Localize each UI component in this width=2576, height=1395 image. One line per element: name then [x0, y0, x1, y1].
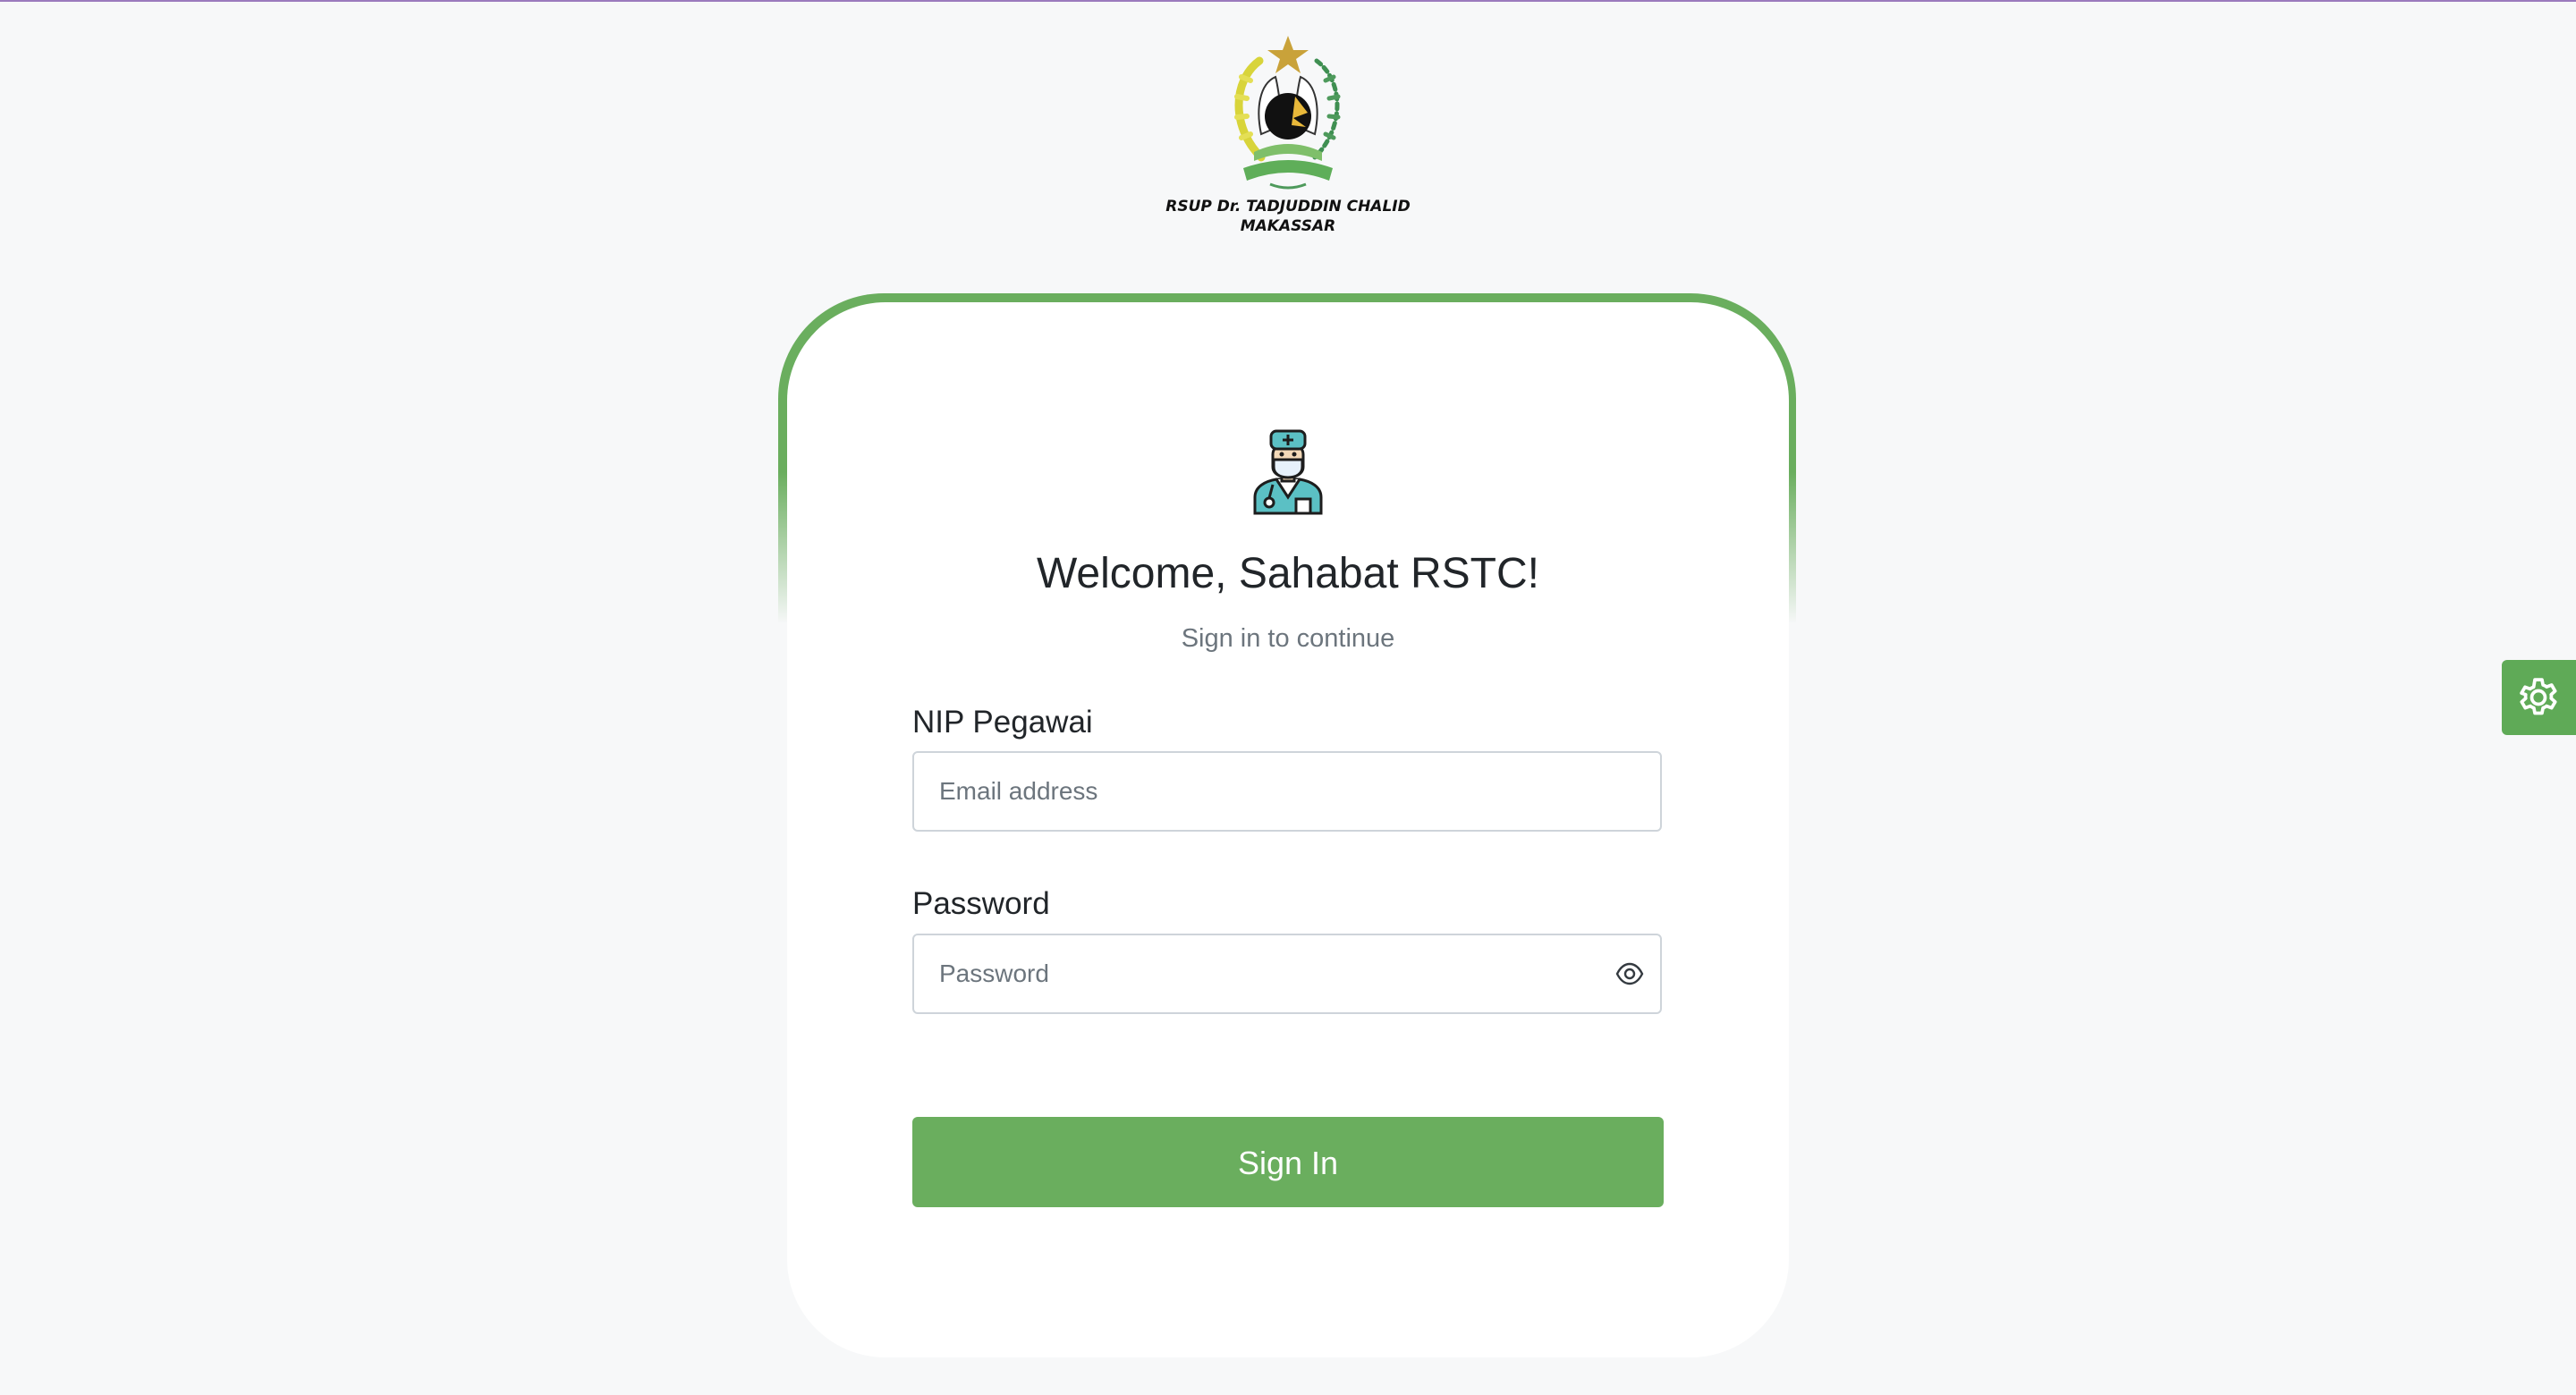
password-field[interactable]	[912, 934, 1662, 1014]
nip-field[interactable]	[912, 751, 1662, 832]
nip-label: NIP Pegawai	[912, 705, 1093, 740]
sign-in-button[interactable]: Sign In	[912, 1117, 1664, 1207]
logo-caption-line2: MAKASSAR	[1240, 217, 1336, 235]
password-label: Password	[912, 886, 1050, 921]
eye-icon[interactable]	[1612, 956, 1648, 992]
logo-caption: RSUP Dr. TADJUDDIN CHALID MAKASSAR	[1154, 197, 1422, 236]
password-input[interactable]	[939, 935, 1601, 1012]
nip-input[interactable]	[939, 753, 1601, 830]
top-accent-strip	[0, 0, 2576, 2]
hospital-logo: RSUP Dr. TADJUDDIN CHALID MAKASSAR	[1154, 27, 1422, 241]
gear-icon	[2520, 678, 2557, 715]
doctor-avatar-icon	[1253, 429, 1323, 515]
settings-button[interactable]	[2502, 660, 2576, 735]
hospital-logo-icon	[1234, 36, 1341, 190]
page-title: Welcome, Sahabat RSTC!	[1036, 550, 1539, 597]
logo-caption-line1: RSUP Dr. TADJUDDIN CHALID	[1165, 198, 1411, 216]
page-subtitle: Sign in to continue	[1181, 624, 1395, 653]
